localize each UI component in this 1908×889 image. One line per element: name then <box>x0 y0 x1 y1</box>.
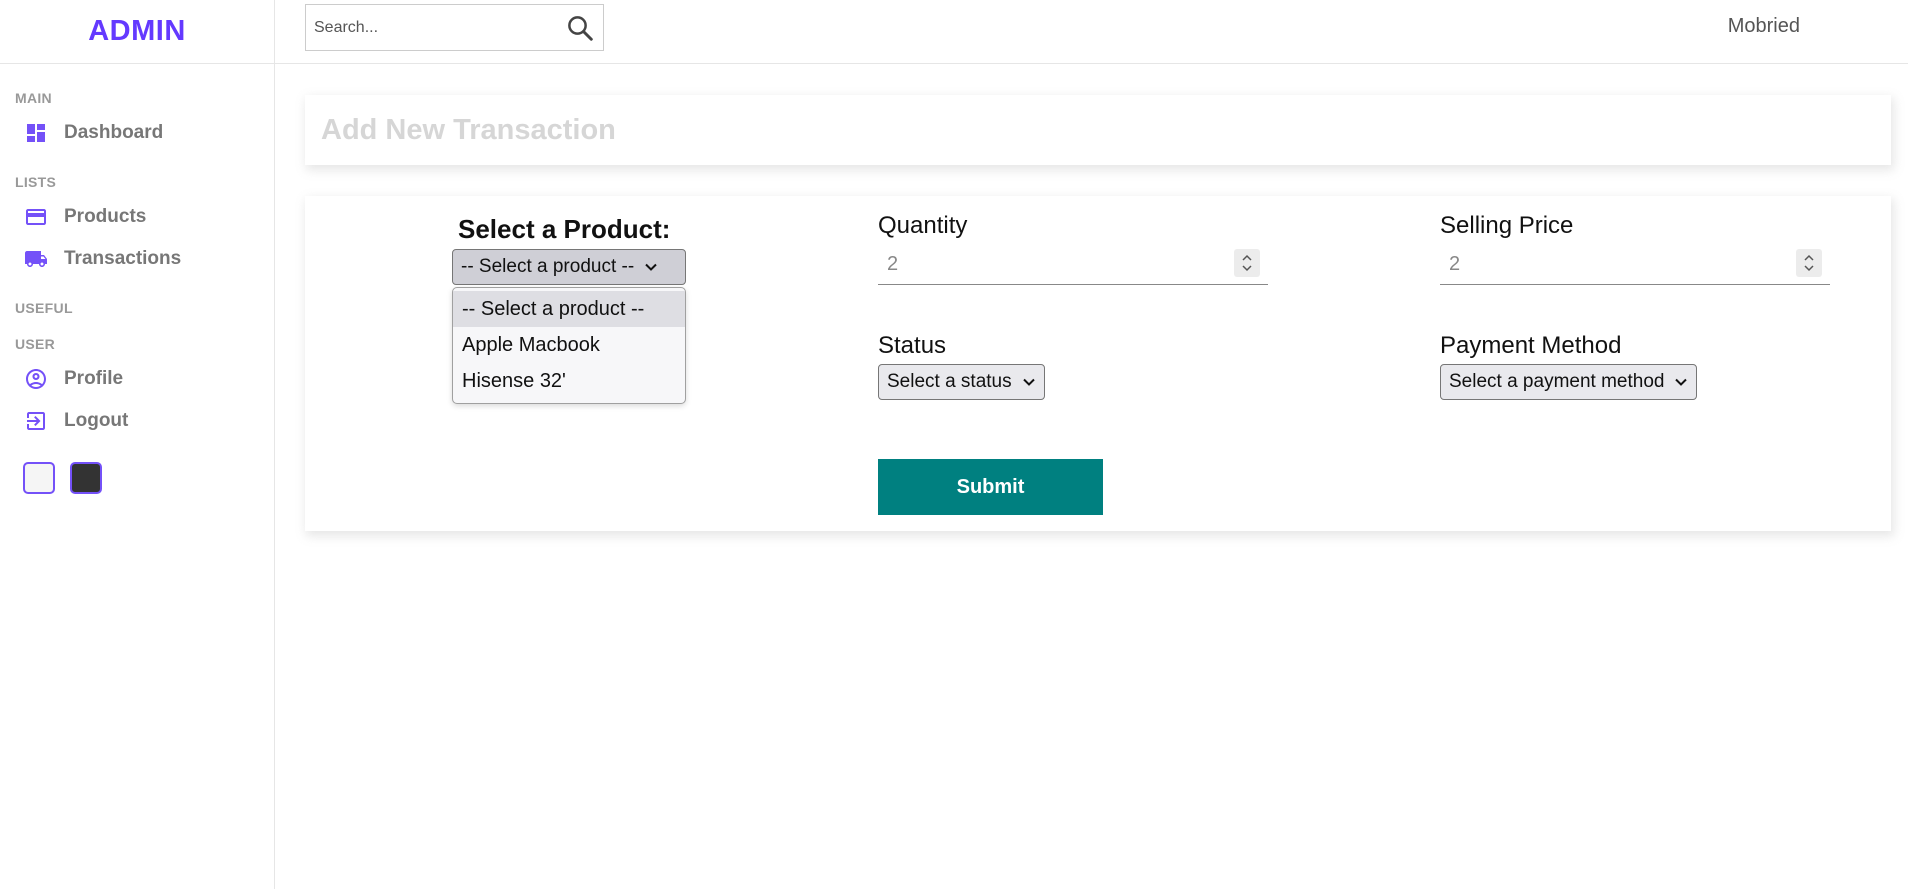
submit-button[interactable]: Submit <box>878 459 1103 515</box>
quantity-value: 2 <box>887 253 899 275</box>
chevron-down-icon <box>1675 378 1688 386</box>
section-useful: USEFUL <box>15 300 73 316</box>
logout-icon <box>24 409 48 433</box>
search-input[interactable] <box>306 17 546 38</box>
credit-card-icon <box>24 205 48 229</box>
sidebar-item-transactions[interactable]: Transactions <box>0 238 274 280</box>
payment-method-label: Payment Method <box>1440 332 1622 359</box>
selling-price-value: 2 <box>1449 253 1461 275</box>
sidebar-item-label: Logout <box>64 410 129 431</box>
sidebar-item-label: Profile <box>64 368 124 389</box>
quantity-input[interactable]: 2 <box>878 245 1268 285</box>
sidebar-item-logout[interactable]: Logout <box>0 400 274 442</box>
sidebar-item-dashboard[interactable]: Dashboard <box>0 112 274 154</box>
chevron-up-icon <box>1804 254 1814 261</box>
chevron-down-icon <box>1022 378 1035 386</box>
sidebar-item-label: Transactions <box>64 248 182 269</box>
chevron-down-icon <box>1804 265 1814 272</box>
product-select[interactable]: -- Select a product -- <box>452 249 686 285</box>
account-circle-icon <box>24 367 48 391</box>
sidebar-item-label: Dashboard <box>64 122 164 143</box>
section-main: MAIN <box>15 90 52 106</box>
selling-price-input[interactable]: 2 <box>1440 245 1830 285</box>
selling-price-label: Selling Price <box>1440 212 1574 239</box>
chevron-down-icon <box>645 263 657 271</box>
product-option[interactable]: Hisense 32' <box>453 363 685 399</box>
page-header: Add New Transaction <box>305 95 1891 165</box>
payment-method-select[interactable]: Select a payment method <box>1440 364 1698 400</box>
sidebar-item-products[interactable]: Products <box>0 196 274 238</box>
status-select-value: Select a status <box>887 371 1012 392</box>
brand: ADMIN <box>0 0 274 64</box>
section-user: USER <box>15 336 56 352</box>
payment-method-select-value: Select a payment method <box>1449 371 1665 392</box>
search-box <box>305 4 604 51</box>
quantity-label: Quantity <box>878 212 968 239</box>
topbar: Mobried <box>275 0 1908 64</box>
user-name[interactable]: Mobried <box>1728 15 1800 38</box>
dark-theme-button[interactable] <box>70 462 102 494</box>
status-select[interactable]: Select a status <box>878 364 1045 400</box>
transaction-form: Select a Product: -- Select a product --… <box>305 196 1891 531</box>
page-title: Add New Transaction <box>321 113 616 146</box>
theme-switcher <box>0 462 274 494</box>
sidebar-item-label: Products <box>64 206 147 227</box>
light-theme-button[interactable] <box>23 462 55 494</box>
selling-price-stepper[interactable] <box>1796 249 1822 277</box>
section-lists: LISTS <box>15 174 57 190</box>
dashboard-icon <box>24 121 48 145</box>
product-select-value: -- Select a product -- <box>461 256 635 277</box>
chevron-up-icon <box>1242 254 1252 261</box>
brand-logo[interactable]: ADMIN <box>88 15 186 48</box>
quantity-stepper[interactable] <box>1234 249 1260 277</box>
status-label: Status <box>878 332 947 359</box>
product-dropdown: -- Select a product -- Apple Macbook His… <box>452 287 686 404</box>
product-option[interactable]: Apple Macbook <box>453 327 685 363</box>
sidebar: ADMIN MAIN Dashboard LISTS Products Tran… <box>0 0 275 889</box>
sidebar-item-profile[interactable]: Profile <box>0 358 274 400</box>
chevron-down-icon <box>1242 265 1252 272</box>
search-icon[interactable] <box>565 13 595 43</box>
product-option[interactable]: -- Select a product -- <box>453 291 685 327</box>
product-label: Select a Product: <box>458 214 671 244</box>
truck-icon <box>24 247 48 271</box>
